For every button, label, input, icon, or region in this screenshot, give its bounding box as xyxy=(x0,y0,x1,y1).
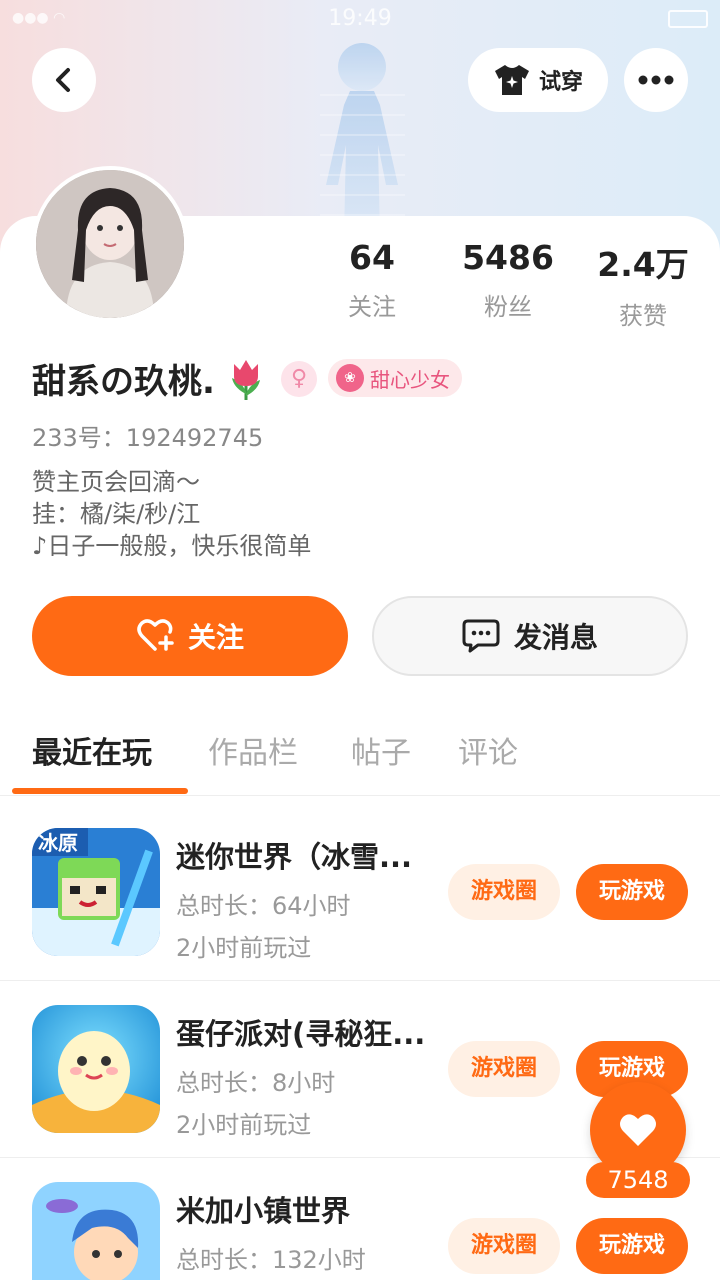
avatar-3d-figure[interactable] xyxy=(300,35,425,235)
game-icon-text: 冰原 xyxy=(38,831,78,855)
bio: 赞主页会回滴～ 挂：橘/柒/秒/江 ♪日子一般般，快乐很简单 xyxy=(32,466,311,562)
stat-likes[interactable]: 2.4万 获赞 xyxy=(578,238,708,331)
game-item[interactable]: 冰原 迷你世界（冰雪... 总时长：64小时 2小时前玩过 游戏圈 玩游戏 xyxy=(0,804,720,981)
gender-badge: ♀ xyxy=(281,361,317,397)
avatar-photo xyxy=(36,170,184,318)
avatar[interactable] xyxy=(32,166,188,322)
battery-icon xyxy=(668,10,708,28)
tab-posts[interactable]: 帖子 xyxy=(351,728,411,772)
user-id: 233号：192492745 xyxy=(32,424,264,452)
game-icon: 冰原 xyxy=(32,828,160,956)
egg-party-icon xyxy=(32,1005,160,1133)
more-dots-icon xyxy=(638,75,674,85)
like-count: 7548 xyxy=(586,1162,690,1198)
profile-name: 甜系の玖桃. xyxy=(32,362,215,402)
game-name: 迷你世界（冰雪... xyxy=(176,840,413,874)
tab-recent-games[interactable]: 最近在玩 xyxy=(32,728,152,772)
badge-label: 甜心少女 xyxy=(370,367,450,392)
stat-value: 5486 xyxy=(462,238,554,277)
tulip-icon xyxy=(232,360,260,400)
game-circle-button[interactable]: 游戏圈 xyxy=(448,864,560,920)
title-badge[interactable]: ❀ 甜心少女 xyxy=(328,359,462,397)
chevron-left-icon xyxy=(56,68,70,92)
status-bar: ●●● ◠ 19:49 xyxy=(0,0,720,40)
follow-button[interactable]: 关注 xyxy=(32,596,348,676)
try-on-label: 试穿 xyxy=(538,70,583,95)
heart-plus-icon xyxy=(137,619,174,651)
stat-label: 粉丝 xyxy=(484,293,532,321)
status-time: 19:49 xyxy=(328,6,392,31)
message-label: 发消息 xyxy=(513,621,598,654)
stat-value: 2.4万 xyxy=(597,245,689,284)
game-last-played: 2小时前玩过 xyxy=(176,1111,312,1139)
chat-bubble-icon xyxy=(462,619,500,653)
try-on-button[interactable]: 试穿 xyxy=(468,48,608,112)
tab-active-indicator xyxy=(12,788,188,794)
game-icon xyxy=(32,1005,160,1133)
game-total-time: 总时长：64小时 xyxy=(176,892,351,920)
stat-label: 获赞 xyxy=(619,302,667,330)
game-circle-button[interactable]: 游戏圈 xyxy=(448,1041,560,1097)
bio-line: ♪日子一般般，快乐很简单 xyxy=(32,532,312,560)
game-icon xyxy=(32,1182,160,1280)
stat-following[interactable]: 64 关注 xyxy=(307,238,437,322)
play-game-button[interactable]: 玩游戏 xyxy=(576,864,688,920)
tshirt-icon xyxy=(494,65,529,95)
mini-world-icon: 冰原 xyxy=(32,828,160,956)
message-button[interactable]: 发消息 xyxy=(372,596,688,676)
heart-icon xyxy=(620,1114,656,1146)
game-name: 蛋仔派对(寻秘狂... xyxy=(176,1017,426,1051)
game-name: 米加小镇世界 xyxy=(176,1194,351,1228)
profile-tabs: 最近在玩 作品栏 帖子 评论 xyxy=(0,728,720,796)
stat-value: 64 xyxy=(349,238,395,277)
miga-town-icon xyxy=(32,1182,160,1280)
game-total-time: 总时长：132小时 xyxy=(176,1246,366,1274)
game-last-played: 2小时前玩过 xyxy=(176,934,312,962)
more-button[interactable] xyxy=(624,48,688,112)
tab-works[interactable]: 作品栏 xyxy=(208,728,298,772)
game-total-time: 总时长：8小时 xyxy=(176,1069,336,1097)
stat-label: 关注 xyxy=(348,293,396,321)
follow-label: 关注 xyxy=(187,621,244,654)
heart-badge-icon: ❀ xyxy=(336,364,364,392)
back-button[interactable] xyxy=(32,48,96,112)
stat-followers[interactable]: 5486 粉丝 xyxy=(443,238,573,322)
tab-comments[interactable]: 评论 xyxy=(458,728,518,772)
game-circle-button[interactable]: 游戏圈 xyxy=(448,1218,560,1274)
bio-line: 挂：橘/柒/秒/江 xyxy=(32,500,201,528)
play-game-button[interactable]: 玩游戏 xyxy=(576,1218,688,1274)
bio-line: 赞主页会回滴～ xyxy=(32,468,200,496)
